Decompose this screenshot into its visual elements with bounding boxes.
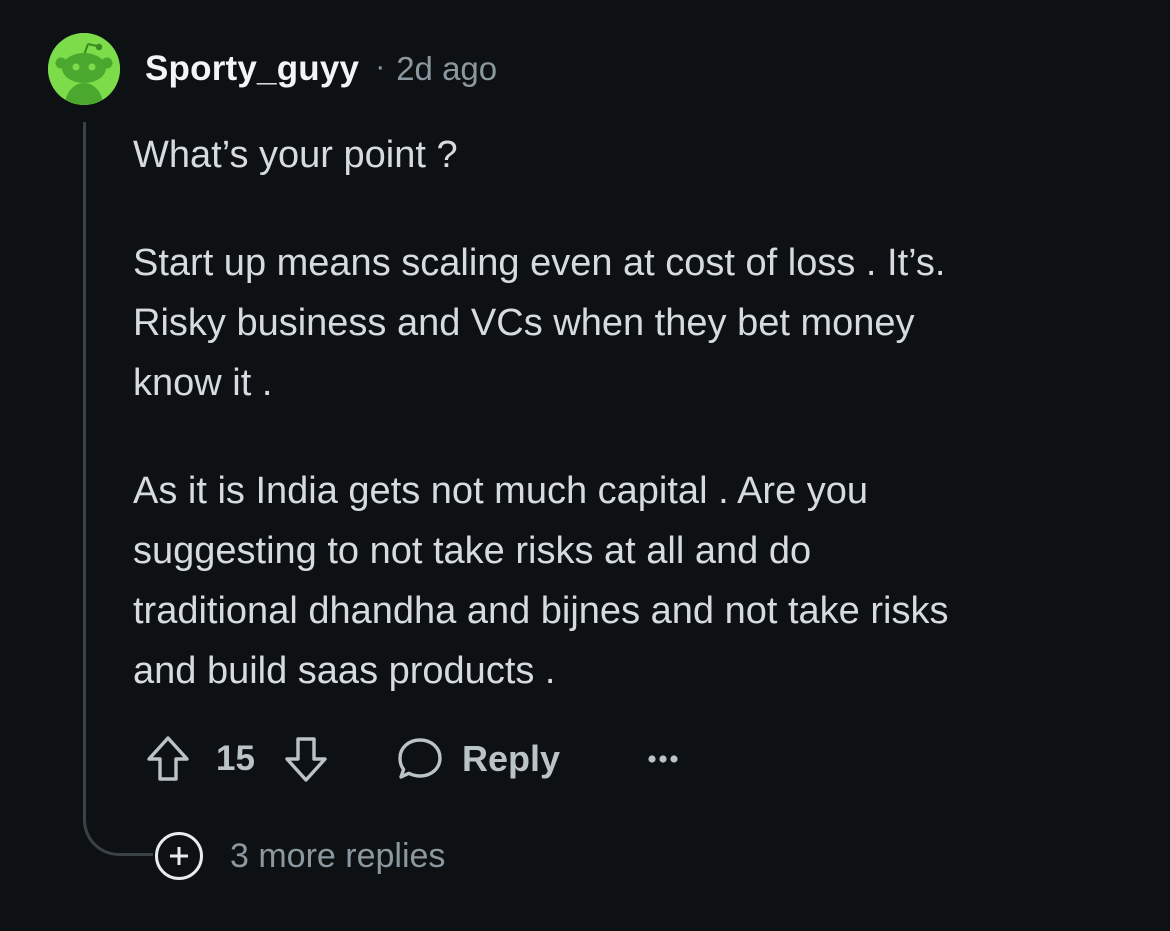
comment-paragraph: What’s your point ?: [133, 134, 458, 176]
comment: Sporty_guyy · 2d ago What’s your point ?…: [0, 0, 1170, 931]
comment-header: Sporty_guyy · 2d ago: [145, 48, 497, 90]
comment-paragraph: Start up means scaling even at cost of l…: [133, 242, 946, 404]
upvote-arrow-icon: [145, 734, 191, 784]
reply-label: Reply: [462, 738, 561, 779]
vote-count: 15: [216, 739, 255, 778]
author-username[interactable]: Sporty_guyy: [145, 49, 359, 89]
more-replies-button[interactable]: 3 more replies: [155, 832, 445, 880]
reply-button[interactable]: Reply: [396, 728, 560, 790]
comment-timestamp: 2d ago: [396, 50, 498, 87]
ellipsis-icon: [643, 749, 683, 769]
downvote-button[interactable]: [283, 728, 329, 790]
more-replies-label: 3 more replies: [230, 836, 446, 875]
comment-body: What’s your point ? Start up means scali…: [133, 125, 1133, 701]
meta-separator: ·: [375, 50, 386, 83]
speech-bubble-icon: [396, 735, 444, 783]
upvote-button[interactable]: [145, 728, 191, 790]
plus-circle-icon: [155, 832, 203, 880]
more-options-button[interactable]: [643, 728, 683, 790]
comment-actions: 15 Reply: [0, 728, 1170, 790]
comment-paragraph: As it is India gets not much capital . A…: [133, 470, 949, 692]
downvote-arrow-icon: [283, 734, 329, 784]
snoo-avatar-icon[interactable]: [48, 33, 120, 105]
